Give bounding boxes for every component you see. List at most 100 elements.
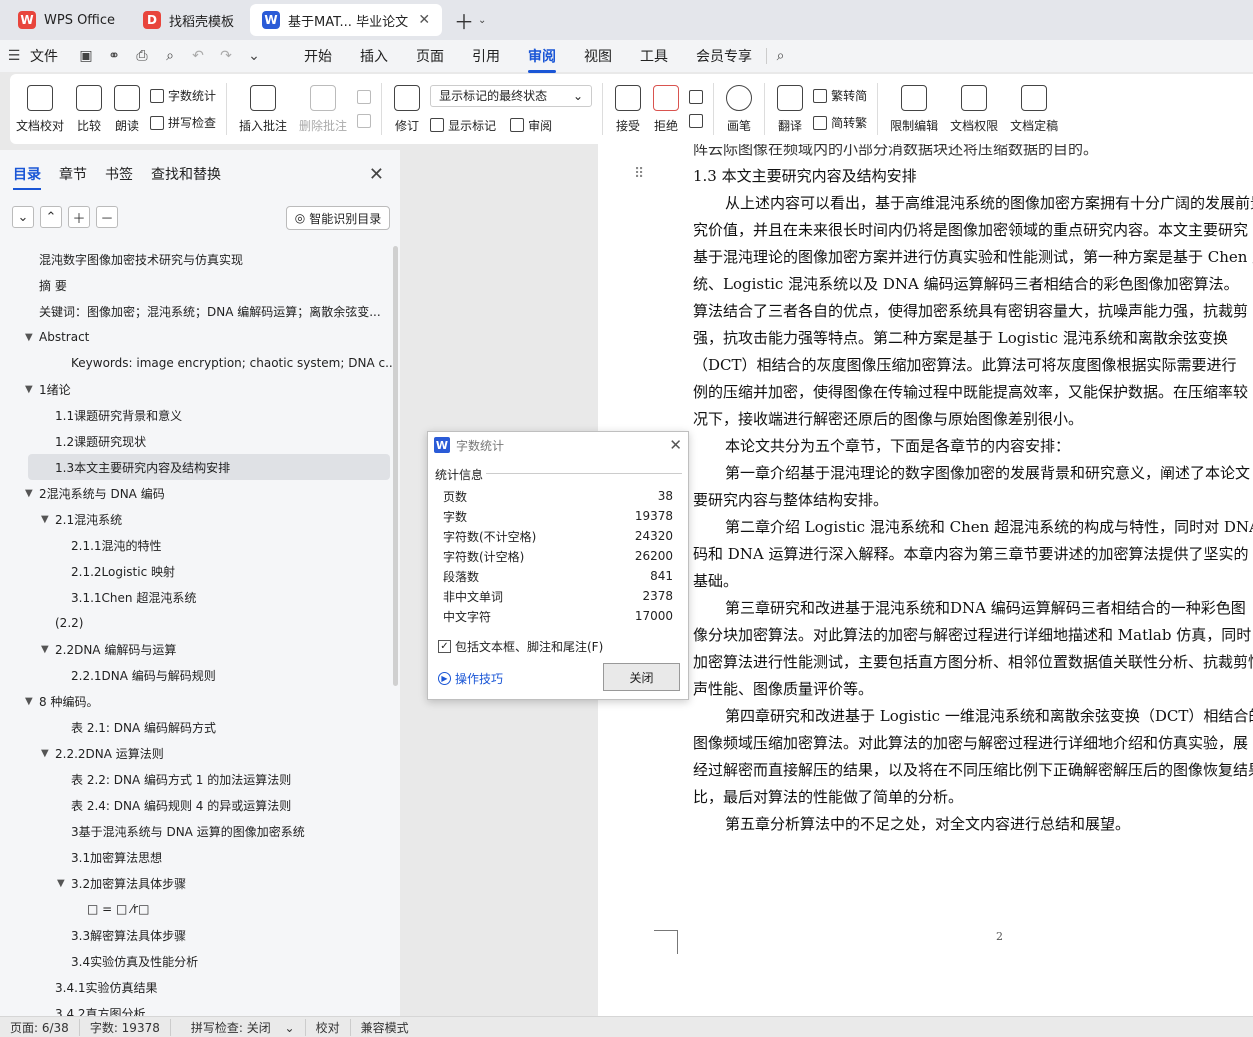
revise-button[interactable]: 修订 — [388, 78, 426, 140]
nav-tab-find-replace[interactable]: 查找和替换 — [151, 164, 221, 184]
doc-check-button[interactable]: 文档校对 — [10, 78, 70, 140]
menu-file[interactable]: 文件 — [28, 46, 72, 66]
redo-icon[interactable]: ↷ — [212, 48, 240, 64]
print-preview-icon[interactable]: ⌕ — [156, 48, 184, 64]
close-tab-icon[interactable]: ✕ — [418, 12, 430, 28]
prev-comment-button[interactable] — [357, 90, 372, 104]
more-chevron-icon[interactable]: ⌄ — [240, 48, 268, 64]
nav-tab-toc[interactable]: 目录 — [13, 164, 41, 190]
toc-item[interactable]: 1.1课题研究背景和意义 — [0, 402, 392, 428]
word-count-indicator[interactable]: 字数: 19378 — [80, 1018, 171, 1036]
chevron-down-icon[interactable]: ⌄ — [478, 15, 486, 26]
prev-change-button[interactable] — [689, 90, 704, 104]
remove-icon[interactable]: － — [96, 206, 118, 228]
tab-wps-office[interactable]: W WPS Office — [6, 4, 127, 36]
toc-item[interactable]: 1.3本文主要研究内容及结构安排 — [28, 454, 390, 480]
toc-item[interactable]: 3.1.1Chen 超混沌系统 — [0, 584, 392, 610]
smart-toc-button[interactable]: ◎ 智能识别目录 — [286, 206, 390, 230]
toc-item[interactable]: (2.2) — [0, 610, 392, 636]
next-change-button[interactable] — [689, 114, 704, 128]
save-icon[interactable]: ▣ — [72, 48, 100, 64]
toc-item[interactable]: ▼ 2.2DNA 编解码与运算 — [0, 636, 392, 662]
tips-link[interactable]: ▶ 操作技巧 — [438, 670, 503, 687]
toc-item[interactable]: 3.3解密算法具体步骤 — [0, 922, 392, 948]
drag-handle-icon[interactable]: ⠿ — [634, 166, 644, 182]
menu-insert[interactable]: 插入 — [346, 46, 402, 66]
print-icon[interactable]: ⎙ — [128, 48, 156, 64]
close-pane-icon[interactable]: ✕ — [369, 164, 384, 185]
toc-item[interactable]: 2.1.2Logistic 映射 — [0, 558, 392, 584]
menu-view[interactable]: 视图 — [570, 46, 626, 66]
close-button[interactable]: 关闭 — [603, 663, 680, 691]
toc-item[interactable]: ▼ Abstract — [0, 324, 392, 350]
dialog-titlebar[interactable]: W 字数统计 ✕ — [428, 432, 688, 458]
collapse-arrow-icon[interactable]: ▼ — [41, 514, 49, 525]
collapse-arrow-icon[interactable]: ▼ — [25, 488, 33, 499]
brush-button[interactable]: 画笔 — [720, 78, 758, 140]
link-icon[interactable]: ⚭ — [100, 48, 128, 64]
include-textbox-checkbox[interactable]: ✓ 包括文本框、脚注和尾注(F) — [438, 638, 603, 655]
show-markup-button[interactable]: 显示标记 — [430, 117, 496, 134]
simp-to-trad-button[interactable]: 简转繁 — [813, 114, 867, 131]
toc-item[interactable]: 表 2.1: DNA 编码解码方式 — [0, 714, 392, 740]
expand-icon[interactable]: ⌄ — [12, 206, 34, 228]
toc-item[interactable]: 2.1.1混沌的特性 — [0, 532, 392, 558]
tab-templates[interactable]: D 找稻壳模板 — [131, 4, 246, 36]
menu-member[interactable]: 会员专享 — [682, 46, 766, 66]
menu-page[interactable]: 页面 — [402, 46, 458, 66]
collapse-arrow-icon[interactable]: ▼ — [25, 384, 33, 395]
toc-item[interactable]: Keywords: image encryption; chaotic syst… — [0, 350, 392, 376]
toc-item[interactable]: 2.2.1DNA 编码与解码规则 — [0, 662, 392, 688]
review-pane-button[interactable]: 审阅 — [510, 117, 552, 134]
toc-scrollbar[interactable] — [393, 246, 398, 686]
compare-button[interactable]: 比较 — [70, 78, 108, 140]
toc-item[interactable]: ▼ 3.2加密算法具体步骤 — [0, 870, 392, 896]
spell-check-indicator[interactable]: 拼写检查: 关闭 ⌄ — [171, 1018, 306, 1036]
proofread-indicator[interactable]: 校对 — [306, 1018, 351, 1036]
toc-item[interactable]: ▼ 1绪论 — [0, 376, 392, 402]
close-icon[interactable]: ✕ — [669, 436, 682, 454]
insert-comment-button[interactable]: 插入批注 — [233, 78, 293, 140]
document-page[interactable]: 阵云际图像在频域内的小部分消数据块还将压缩数据的目的。 ⠿ 1.3 本文主要研究… — [598, 144, 1253, 1016]
search-icon[interactable]: ⌕ — [766, 48, 794, 64]
menu-review[interactable]: 审阅 — [514, 46, 570, 73]
read-aloud-button[interactable]: 朗读 — [108, 78, 146, 140]
menu-reference[interactable]: 引用 — [458, 46, 514, 66]
translate-button[interactable]: 翻译 — [771, 78, 809, 140]
page-indicator[interactable]: 页面: 6/38 — [0, 1018, 80, 1036]
add-icon[interactable]: ＋ — [68, 206, 90, 228]
collapse-arrow-icon[interactable]: ▼ — [57, 878, 65, 889]
collapse-icon[interactable]: ⌃ — [40, 206, 62, 228]
delete-comment-button[interactable]: 删除批注 — [293, 78, 353, 140]
toc-item[interactable]: 3.4.1实验仿真结果 — [0, 974, 392, 1000]
toc-item[interactable]: ▼ 8 种编码。 — [0, 688, 392, 714]
toc-item[interactable]: 3.1加密算法思想 — [0, 844, 392, 870]
reject-button[interactable]: 拒绝 — [647, 78, 685, 140]
toc-item[interactable]: 3基于混沌系统与 DNA 运算的图像加密系统 — [0, 818, 392, 844]
toc-item[interactable]: ▼ 2.1混沌系统 — [0, 506, 392, 532]
accept-button[interactable]: 接受 — [609, 78, 647, 140]
toc-item[interactable]: 表 2.2: DNA 编码方式 1 的加法运算法则 — [0, 766, 392, 792]
undo-icon[interactable]: ↶ — [184, 48, 212, 64]
toc-item[interactable]: 混沌数字图像加密技术研究与仿真实现 — [0, 246, 392, 272]
toc-item[interactable]: 3.4实验仿真及性能分析 — [0, 948, 392, 974]
toc-item[interactable]: 1.2课题研究现状 — [0, 428, 392, 454]
collapse-arrow-icon[interactable]: ▼ — [25, 696, 33, 707]
trad-to-simp-button[interactable]: 繁转简 — [813, 87, 867, 104]
toc-item[interactable]: 摘 要 — [0, 272, 392, 298]
tab-document[interactable]: W 基于MAT... 毕业论文 ✕ — [250, 4, 443, 36]
toc-item[interactable]: □ = □ ⁄r□ — [0, 896, 392, 922]
doc-permission-button[interactable]: 文档权限 — [944, 78, 1004, 140]
menu-tools[interactable]: 工具 — [626, 46, 682, 66]
restrict-edit-button[interactable]: 限制编辑 — [884, 78, 944, 140]
collapse-arrow-icon[interactable]: ▼ — [25, 332, 33, 343]
toc-item[interactable]: ▼ 2.2.2DNA 运算法则 — [0, 740, 392, 766]
nav-tab-bookmarks[interactable]: 书签 — [105, 164, 133, 184]
collapse-arrow-icon[interactable]: ▼ — [41, 644, 49, 655]
word-count-button[interactable]: 字数统计 — [150, 87, 216, 104]
hamburger-icon[interactable]: ☰ — [0, 48, 28, 64]
toc-item[interactable]: ▼ 2混沌系统与 DNA 编码 — [0, 480, 392, 506]
next-comment-button[interactable] — [357, 114, 372, 128]
toc-item[interactable]: 关键词：图像加密；混沌系统；DNA 编解码运算；离散余弦变... — [0, 298, 392, 324]
nav-tab-chapters[interactable]: 章节 — [59, 164, 87, 184]
